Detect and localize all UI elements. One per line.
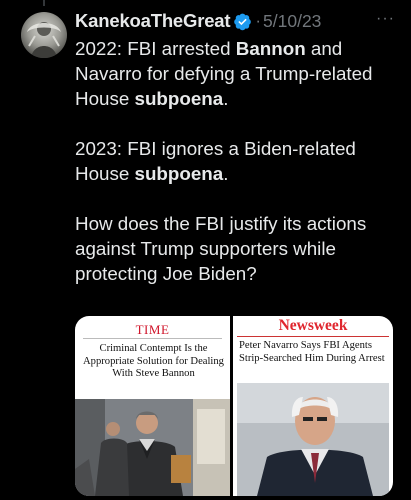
navarro-photo — [237, 383, 389, 496]
tweet-text: 2022: FBI arrested Bannon and Navarro fo… — [75, 36, 400, 286]
media-image-newsweek[interactable]: Newsweek Peter Navarro Says FBI Agents S… — [233, 316, 393, 496]
more-options-icon[interactable]: ··· — [376, 10, 395, 28]
avatar[interactable] — [21, 12, 67, 58]
tweet-paragraph-3: How does the FBI justify its actions aga… — [75, 213, 367, 284]
tweet-header: KanekoaTheGreat · 5/10/23 — [75, 8, 321, 34]
display-name[interactable]: KanekoaTheGreat — [75, 10, 231, 32]
verified-badge-icon — [233, 12, 252, 31]
time-headline: Criminal Contempt Is the Appropriate Sol… — [83, 343, 224, 379]
tweet-date[interactable]: 5/10/23 — [263, 11, 321, 32]
divider — [83, 338, 222, 339]
thread-connector — [43, 0, 45, 6]
divider — [237, 336, 389, 337]
tweet-paragraph-1: 2022: FBI arrested Bannon and Navarro fo… — [75, 38, 373, 109]
newsweek-headline: Peter Navarro Says FBI Agents Strip-Sear… — [239, 340, 385, 364]
media-image-time[interactable]: TIME Criminal Contempt Is the Appropriat… — [75, 316, 230, 496]
tweet-paragraph-2: 2023: FBI ignores a Biden-related House … — [75, 138, 356, 184]
tweet[interactable]: KanekoaTheGreat · 5/10/23 ··· 2022: FBI … — [0, 0, 411, 500]
tweet-media[interactable]: TIME Criminal Contempt Is the Appropriat… — [75, 316, 393, 496]
time-logo: TIME — [135, 322, 170, 337]
bannon-photo — [75, 399, 230, 496]
header-separator: · — [255, 11, 262, 30]
newsweek-logo: Newsweek — [278, 317, 348, 334]
